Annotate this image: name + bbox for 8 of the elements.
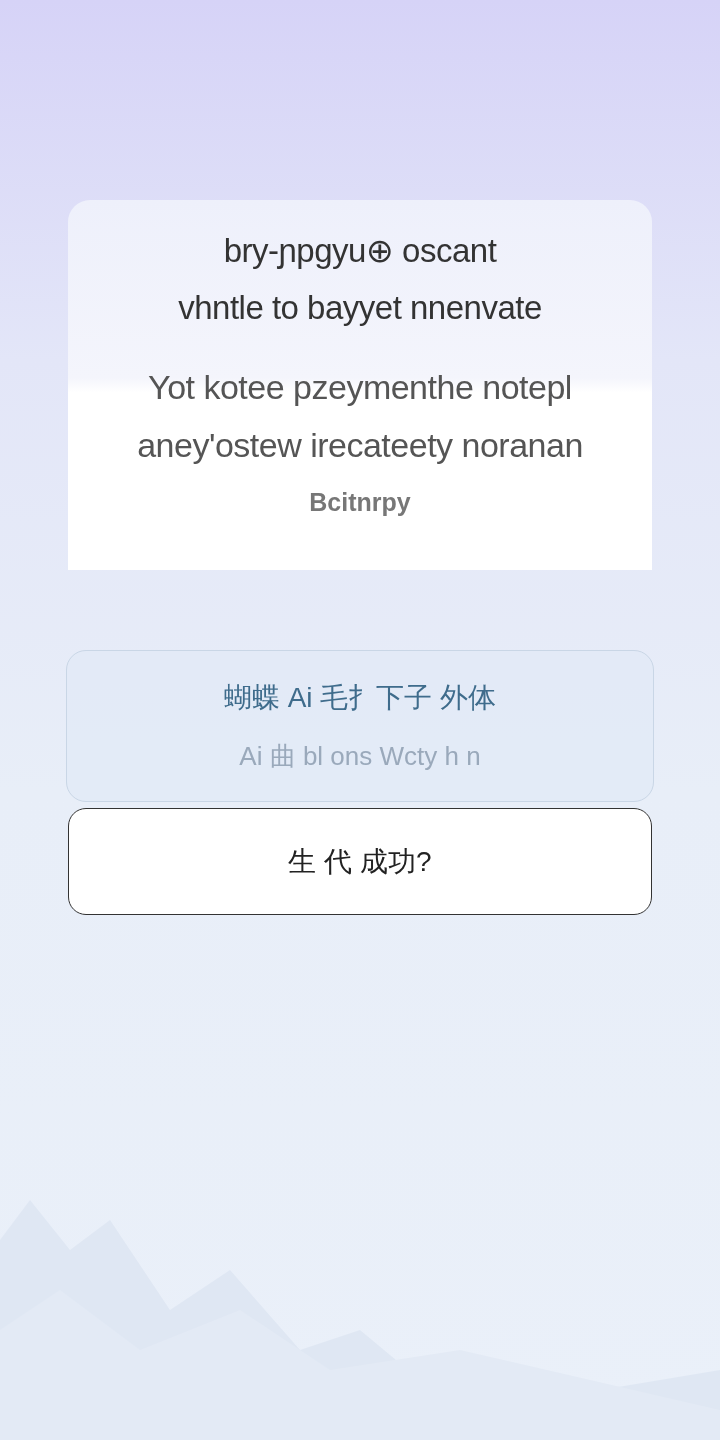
dialog-message: aney'ostew irecateety noranan [137, 425, 583, 466]
notice-heading: 蝴蝶 Ai 毛扌下子 外体 [223, 680, 497, 715]
dialog-title: bry-ɲpgyu⊕ oscant [223, 231, 497, 271]
footnote-text: Bcitnrpy [309, 488, 411, 517]
dialog-message: Yot kotee pzeymenthe notepl [148, 367, 572, 408]
dialog-title: vhntle to bayyet nnenvate [178, 288, 542, 328]
notice-text: Ai 曲 bl ons Wcty h n [239, 739, 481, 773]
action-button[interactable]: 生 代 成功? [68, 808, 652, 915]
